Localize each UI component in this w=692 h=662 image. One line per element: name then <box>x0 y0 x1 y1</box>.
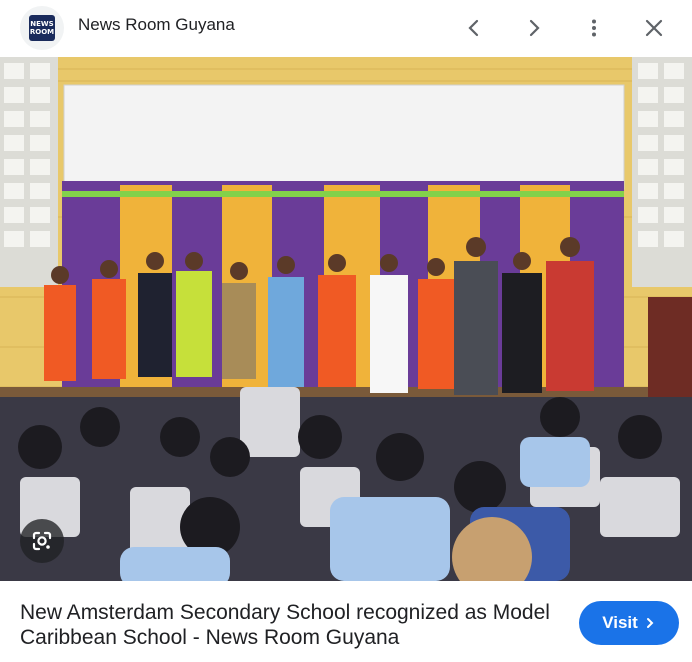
logo-text-bottom: ROOM <box>29 28 55 36</box>
next-button[interactable] <box>516 10 552 46</box>
google-lens-icon <box>32 531 52 551</box>
google-lens-button[interactable] <box>20 519 64 563</box>
previous-button[interactable] <box>456 10 492 46</box>
site-logo: NEWS ROOM <box>20 6 64 50</box>
chevron-right-icon <box>646 618 654 628</box>
chevron-left-icon <box>468 19 479 37</box>
viewer-header: NEWS ROOM News Room Guyana <box>0 0 692 56</box>
more-vert-icon <box>592 19 596 37</box>
close-icon <box>645 19 663 37</box>
chevron-right-icon <box>529 19 540 37</box>
newsroom-logo-icon: NEWS ROOM <box>29 15 55 41</box>
school-ceremony-photo <box>0 57 692 581</box>
article-title[interactable]: New Amsterdam Secondary School recognize… <box>20 600 560 650</box>
article-photo[interactable] <box>0 57 692 581</box>
close-button[interactable] <box>636 10 672 46</box>
visit-button-label: Visit <box>602 613 638 632</box>
site-name: News Room Guyana <box>78 15 235 34</box>
logo-text-top: NEWS <box>30 20 54 28</box>
visit-button[interactable]: Visit <box>579 601 679 645</box>
more-options-button[interactable] <box>576 10 612 46</box>
